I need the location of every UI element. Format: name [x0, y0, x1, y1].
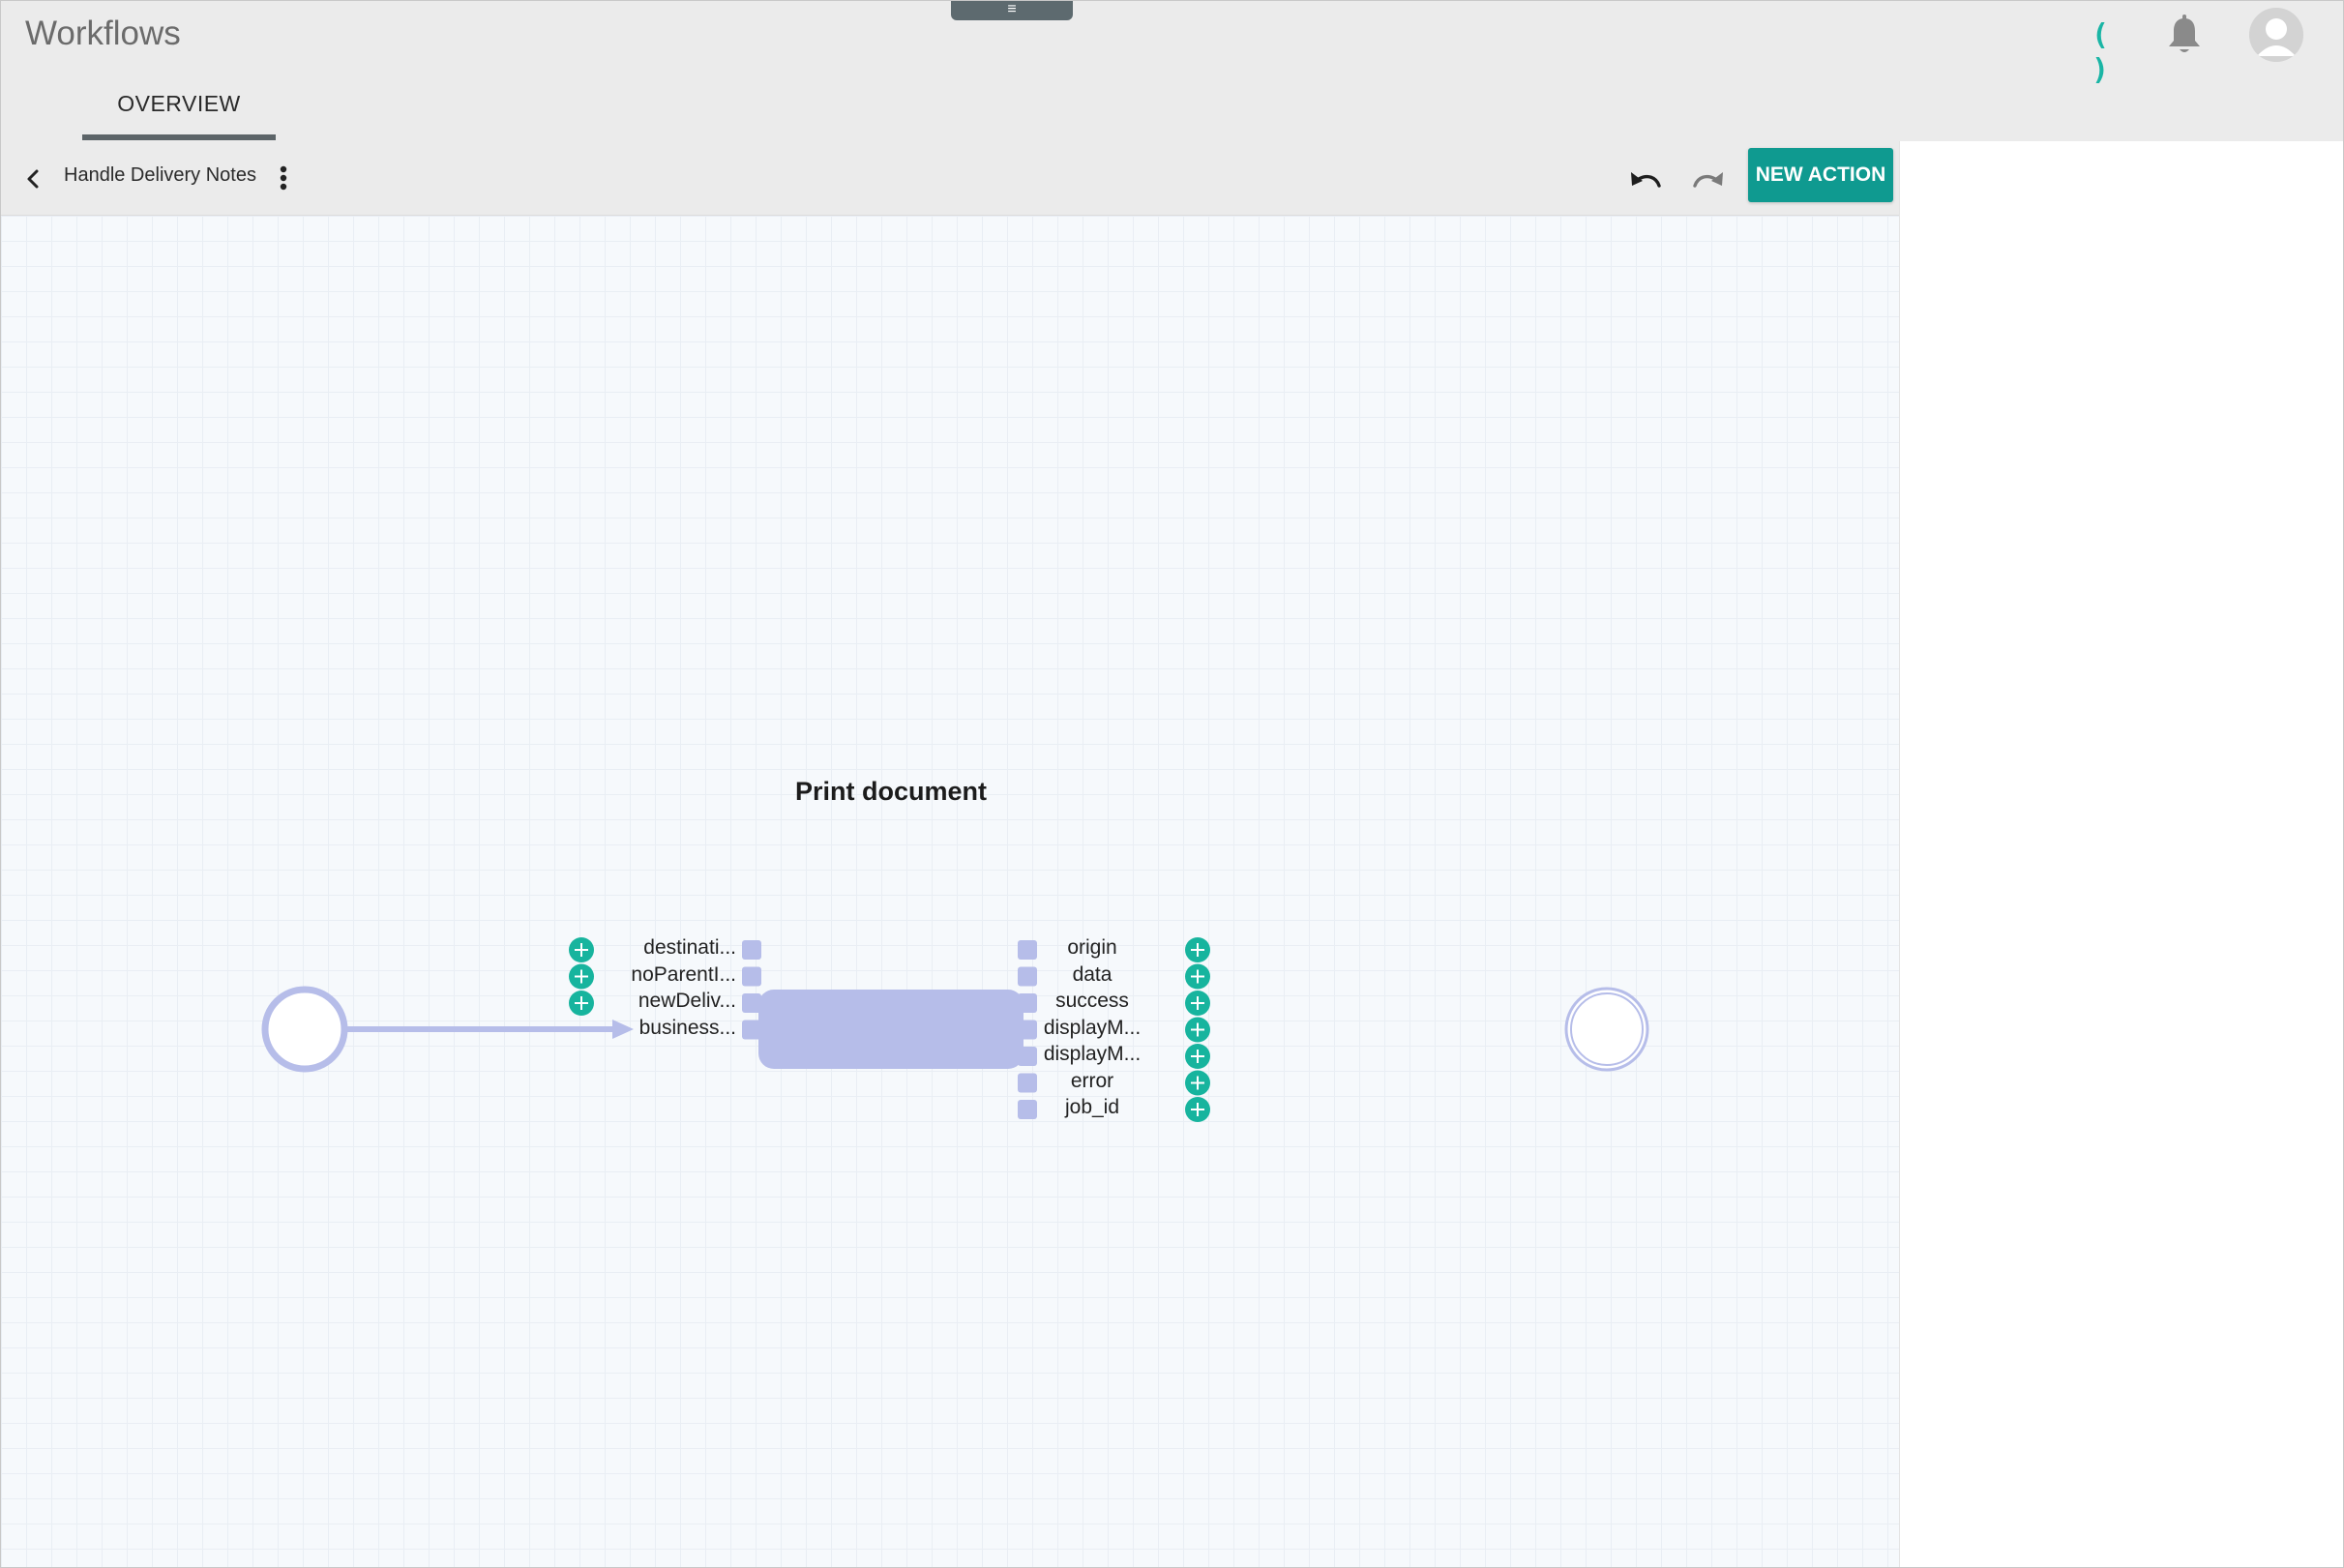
start-event-node[interactable]: [261, 986, 348, 1073]
bell-icon[interactable]: [2166, 15, 2203, 57]
add-output-connection-icon[interactable]: [1185, 963, 1210, 990]
app-window: Workflows ≡ ( ) OVERVIEW Handle Delivery…: [0, 0, 2344, 1568]
output-port-label: origin: [1067, 936, 1117, 959]
app-header: Workflows ≡ ( ) OVERVIEW: [1, 1, 2343, 141]
add-input-connection-icon[interactable]: [569, 937, 594, 962]
drawer-handle-icon[interactable]: ≡: [951, 1, 1073, 20]
output-port-label: displayM...: [1043, 1043, 1142, 1065]
output-port-label: job_id: [1064, 1096, 1120, 1118]
input-port[interactable]: [742, 1020, 761, 1040]
workflow-canvas[interactable]: [1, 216, 1899, 1567]
input-port-label: noParentI...: [631, 962, 736, 986]
more-vert-icon[interactable]: [272, 159, 295, 197]
add-input-connection-icon[interactable]: [569, 963, 594, 990]
output-port-label: displayM...: [1043, 1016, 1142, 1039]
input-port-label: destinati...: [643, 936, 736, 959]
page-title: Workflows: [25, 15, 181, 52]
tab-active-indicator: [82, 134, 276, 140]
output-port-label: data: [1072, 962, 1113, 986]
input-port[interactable]: [742, 993, 761, 1013]
add-output-connection-icon[interactable]: [1185, 937, 1210, 962]
redo-icon[interactable]: [1689, 161, 1728, 195]
tab-overview[interactable]: OVERVIEW: [82, 82, 276, 140]
add-output-connection-icon[interactable]: [1185, 1097, 1210, 1122]
output-port-label: success: [1055, 990, 1129, 1012]
new-action-button[interactable]: NEW ACTION: [1748, 148, 1893, 202]
loader-icon: ( ): [2091, 18, 2110, 87]
add-output-connection-icon[interactable]: [1185, 1044, 1210, 1069]
input-port-label: newDeliv...: [638, 990, 736, 1012]
chevron-left-icon[interactable]: [18, 163, 47, 195]
workflow-name: Handle Delivery Notes: [64, 164, 256, 186]
workflow-diagram: [261, 937, 1649, 1122]
output-port-label: error: [1070, 1069, 1114, 1092]
print-document-node-title: Print document: [794, 777, 987, 806]
user-avatar-icon[interactable]: [2249, 8, 2303, 62]
add-output-connection-icon[interactable]: [1185, 1017, 1210, 1043]
print-document-node[interactable]: [758, 990, 1024, 1069]
undo-icon[interactable]: [1626, 161, 1665, 195]
tab-overview-label: OVERVIEW: [117, 91, 241, 116]
end-event-node[interactable]: [1570, 992, 1644, 1066]
properties-side-panel: [1899, 141, 2343, 1567]
add-output-connection-icon[interactable]: [1185, 991, 1210, 1016]
add-input-connection-icon[interactable]: [569, 991, 594, 1016]
input-port-label: business...: [638, 1016, 736, 1039]
input-port[interactable]: [742, 940, 761, 960]
input-port[interactable]: [742, 966, 761, 987]
workflow-toolbar: Handle Delivery Notes NEW ACTION: [1, 141, 1899, 216]
add-output-connection-icon[interactable]: [1185, 1070, 1210, 1096]
